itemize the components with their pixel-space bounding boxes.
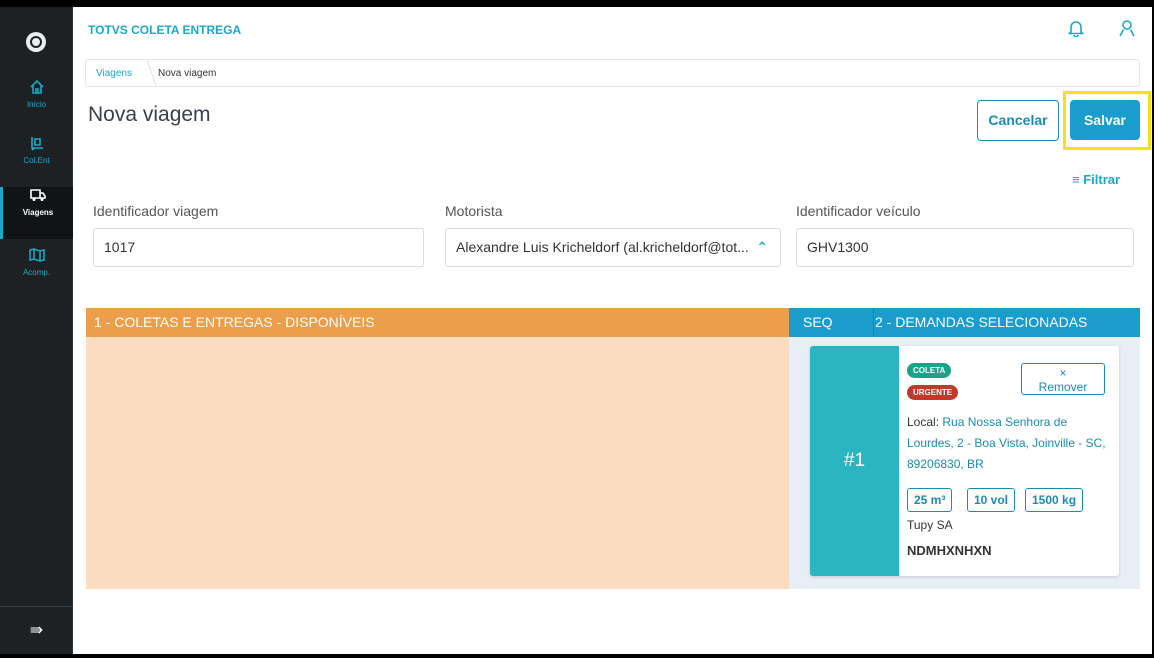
selected-panel-header: SEQ 2 - DEMANDAS SELECIONADAS: [789, 308, 1140, 337]
map-icon: [28, 247, 46, 265]
driver-select[interactable]: Alexandre Luis Kricheldorf (al.kricheldo…: [445, 228, 781, 267]
filter-button[interactable]: ≡ Filtrar: [1072, 172, 1120, 187]
breadcrumb-separator: [137, 60, 157, 86]
driver-select-value: Alexandre Luis Kricheldorf (al.kricheldo…: [456, 239, 749, 255]
home-icon: [28, 79, 46, 97]
filter-label: Filtrar: [1083, 172, 1121, 187]
sidebar-item-inicio[interactable]: Início: [0, 79, 73, 131]
driver-label: Motorista: [445, 203, 503, 219]
truck-icon: [29, 187, 47, 205]
header-divider: [873, 308, 874, 337]
sidebar: Início Col.Ent Viagens Acomp. ⇛: [0, 7, 73, 654]
close-icon: ×: [1059, 366, 1067, 380]
dolly-icon: [28, 135, 46, 153]
location-label: Local:: [907, 415, 940, 429]
sidebar-item-label: Col.Ent: [23, 156, 50, 165]
trip-id-label: Identificador viagem: [93, 203, 219, 219]
available-panel-header: 1 - COLETAS E ENTREGAS - DISPONÍVEIS: [86, 308, 789, 337]
app-logo-icon[interactable]: [26, 32, 46, 52]
collapse-sidebar-button[interactable]: ⇛: [0, 606, 73, 654]
app-title: TOTVS COLETA ENTREGA: [88, 23, 242, 37]
page-title: Nova viagem: [88, 103, 211, 126]
available-panel-body[interactable]: [86, 337, 789, 589]
vol-chip: 10 vol: [967, 488, 1016, 512]
remove-button[interactable]: × Remover: [1021, 363, 1105, 395]
sidebar-item-label: Viagens: [22, 208, 54, 217]
breadcrumb-current: Nova viagem: [158, 68, 217, 79]
sequence-number: #1: [810, 346, 899, 576]
vehicle-id-label: Identificador veículo: [796, 203, 921, 219]
demand-card[interactable]: #1 COLETA URGENTE × Remover Local: Rua N…: [810, 346, 1119, 576]
user-profile-icon[interactable]: [1118, 19, 1136, 42]
weight-chip: 1500 kg: [1025, 488, 1084, 512]
seq-label: SEQ: [803, 314, 833, 330]
save-button[interactable]: Salvar: [1070, 100, 1140, 140]
type-badge: COLETA: [907, 363, 952, 378]
company-name: Tupy SA: [907, 518, 953, 532]
sidebar-item-label: Acomp.: [22, 268, 51, 277]
breadcrumb: Viagens Nova viagem: [85, 59, 1140, 87]
volume-chip: 25 m³: [907, 488, 953, 512]
location-text: Local: Rua Nossa Senhora de Lourdes, 2 -…: [907, 412, 1107, 475]
filter-icon: ≡: [1072, 172, 1080, 187]
priority-badge: URGENTE: [907, 385, 959, 400]
breadcrumb-link-viagens[interactable]: Viagens: [96, 68, 132, 79]
demand-code: NDMHXNHXN: [907, 543, 992, 558]
app-frame: Início Col.Ent Viagens Acomp. ⇛ TOTVS CO…: [0, 7, 1152, 654]
vehicle-id-input[interactable]: GHV1300: [796, 228, 1134, 267]
sidebar-item-label: Início: [26, 100, 47, 109]
sidebar-item-colent[interactable]: Col.Ent: [0, 135, 73, 187]
sidebar-item-acomp[interactable]: Acomp.: [0, 247, 73, 299]
chevron-up-icon: ⌃: [756, 239, 768, 255]
trip-id-input[interactable]: 1017: [93, 228, 424, 267]
remove-label: Remover: [1038, 380, 1088, 394]
cancel-button[interactable]: Cancelar: [977, 100, 1059, 141]
sidebar-item-viagens[interactable]: Viagens: [0, 187, 73, 239]
collapse-arrow-icon: ⇛: [29, 622, 44, 639]
selected-panel-title: 2 - DEMANDAS SELECIONADAS: [875, 314, 1088, 330]
notification-bell-icon[interactable]: [1067, 19, 1085, 42]
